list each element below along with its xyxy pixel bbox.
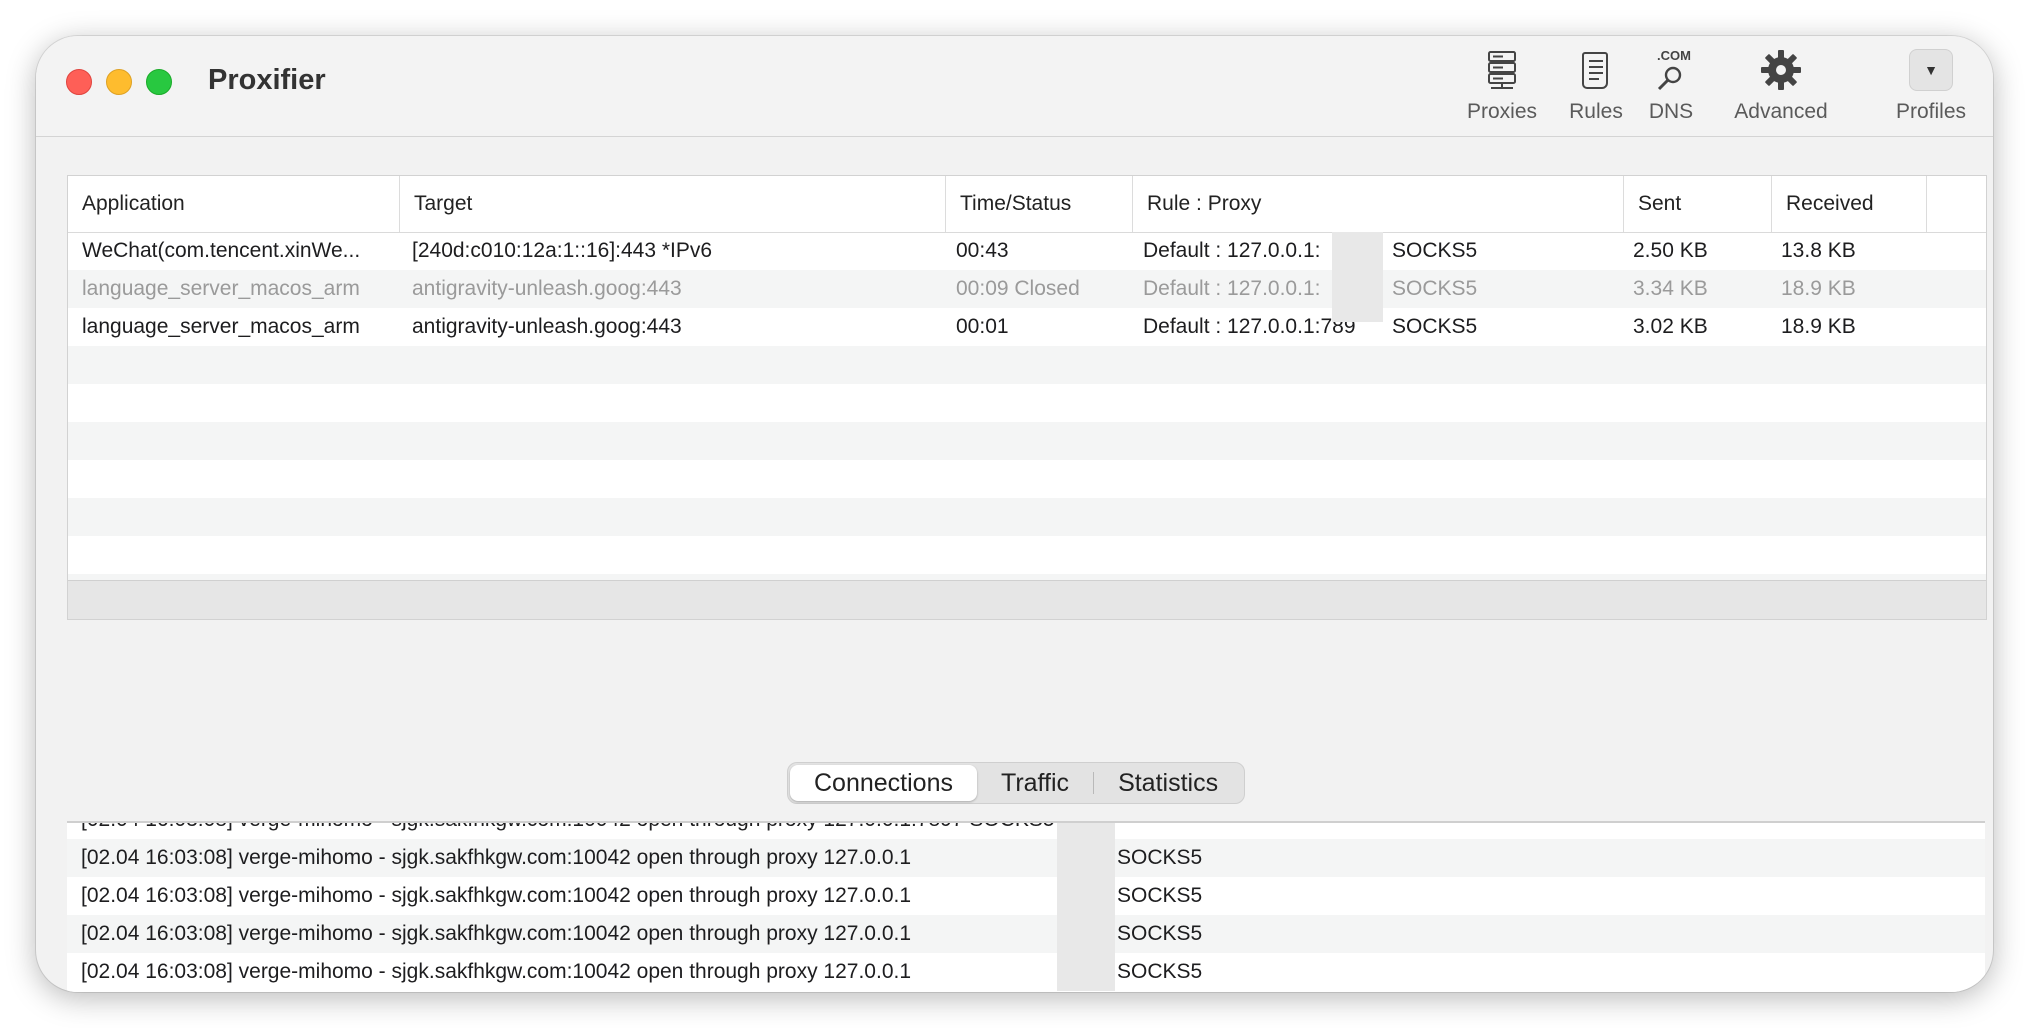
log-line-protocol: SOCKS5 [1117, 922, 1203, 945]
app-title: Proxifier [208, 64, 326, 96]
empty-row [68, 498, 1986, 536]
log-line-protocol: SOCKS5 [1117, 884, 1203, 907]
dns-magnifier-icon: .COM [1649, 48, 1693, 92]
cell-time-status: 00:01 [956, 315, 1009, 338]
column-header-rule-proxy[interactable]: Rule : Proxy [1133, 176, 1624, 232]
view-tabs: Connections Traffic Statistics [787, 762, 1246, 804]
log-line-text: [02.04 16:03:08] verge-mihomo - sjgk.sak… [81, 846, 912, 869]
empty-row [68, 422, 1986, 460]
cell-received: 18.9 KB [1781, 315, 1856, 338]
log-line-text: [02.04 16:03:08] verge-mihomo - sjgk.sak… [81, 823, 1055, 839]
cell-protocol: SOCKS5 [1392, 239, 1478, 262]
server-icon [1480, 48, 1524, 92]
cell-application: WeChat(com.tencent.xinWe... [82, 239, 361, 262]
proxifier-window: Proxifier Proxies Rules .COM DNS Advance… [36, 36, 1993, 992]
column-header-time-status[interactable]: Time/Status [946, 176, 1133, 232]
cell-sent: 3.02 KB [1633, 315, 1708, 338]
cell-time-status: 00:09 Closed [956, 277, 1080, 300]
dns-label: DNS [1648, 100, 1694, 123]
log-line-text: [02.04 16:03:08] verge-mihomo - sjgk.sak… [81, 960, 912, 983]
cell-application: language_server_macos_arm [82, 315, 360, 338]
table-row[interactable]: language_server_macos_arm antigravity-un… [68, 270, 1986, 308]
cell-received: 18.9 KB [1781, 277, 1856, 300]
cell-target: antigravity-unleash.goog:443 [412, 315, 682, 338]
empty-row [68, 346, 1986, 384]
dns-button[interactable]: .COM DNS [1636, 48, 1706, 124]
column-header-application[interactable]: Application [68, 176, 400, 232]
maximize-window-button[interactable] [146, 69, 172, 95]
tab-traffic[interactable]: Traffic [977, 765, 1093, 801]
tab-connections[interactable]: Connections [790, 765, 977, 801]
log-line: [02.04 16:03:08] verge-mihomo - sjgk.sak… [67, 839, 1985, 877]
table-row[interactable]: language_server_macos_arm antigravity-un… [68, 308, 1986, 346]
minimize-window-button[interactable] [106, 69, 132, 95]
connections-table[interactable]: Application Target Time/Status Rule : Pr… [67, 175, 1987, 620]
cell-application: language_server_macos_arm [82, 277, 360, 300]
redaction-block [1332, 232, 1383, 322]
log-line-text: [02.04 16:03:08] verge-mihomo - sjgk.sak… [81, 922, 912, 945]
cell-target: antigravity-unleash.goog:443 [412, 277, 682, 300]
log-line: [02.04 16:03:08] verge-mihomo - sjgk.sak… [67, 877, 1985, 915]
close-window-button[interactable] [66, 69, 92, 95]
proxies-button[interactable]: Proxies [1452, 48, 1552, 124]
proxies-label: Proxies [1466, 100, 1538, 123]
tab-statistics[interactable]: Statistics [1094, 765, 1242, 801]
advanced-button[interactable]: Advanced [1716, 48, 1846, 124]
column-header-received[interactable]: Received [1772, 176, 1927, 232]
redaction-block [1057, 823, 1115, 991]
cell-sent: 3.34 KB [1633, 277, 1708, 300]
cell-target: [240d:c010:12a:1::16]:443 *IPv6 [412, 239, 713, 262]
log-line-protocol: SOCKS5 [1117, 960, 1203, 983]
log-line-text: [02.04 16:03:08] verge-mihomo - sjgk.sak… [81, 884, 912, 907]
gear-icon [1759, 48, 1803, 92]
column-header-target[interactable]: Target [400, 176, 946, 232]
advanced-label: Advanced [1734, 100, 1828, 123]
log-line-partial: [02.04 16:03:08] verge-mihomo - sjgk.sak… [67, 823, 1985, 839]
rules-button[interactable]: Rules [1556, 48, 1636, 124]
table-row[interactable]: WeChat(com.tencent.xinWe... [240d:c010:1… [68, 232, 1986, 270]
dropdown-triangle-icon[interactable]: ▼ [1909, 49, 1953, 91]
table-header: Application Target Time/Status Rule : Pr… [68, 176, 1986, 233]
log-panel[interactable]: [02.04 16:03:08] verge-mihomo - sjgk.sak… [67, 821, 1985, 992]
dns-com-badge: .COM [1657, 48, 1691, 63]
log-line: [02.04 16:03:08] verge-mihomo - sjgk.sak… [67, 915, 1985, 953]
cell-time-status: 00:43 [956, 239, 1009, 262]
log-line-protocol: SOCKS5 [1117, 846, 1203, 869]
profiles-button[interactable]: ▼ Profiles [1876, 48, 1986, 124]
cell-sent: 2.50 KB [1633, 239, 1708, 262]
cell-received: 13.8 KB [1781, 239, 1856, 262]
cell-protocol: SOCKS5 [1392, 315, 1478, 338]
table-footer-bar [68, 580, 1986, 619]
document-list-icon [1574, 48, 1618, 92]
profiles-label: Profiles [1895, 100, 1967, 123]
cell-protocol: SOCKS5 [1392, 277, 1478, 300]
column-header-sent[interactable]: Sent [1624, 176, 1772, 232]
rules-label: Rules [1569, 100, 1623, 123]
log-line: [02.04 16:03:08] verge-mihomo - sjgk.sak… [67, 953, 1985, 991]
title-bar: Proxifier Proxies Rules .COM DNS Advance… [36, 36, 1993, 137]
